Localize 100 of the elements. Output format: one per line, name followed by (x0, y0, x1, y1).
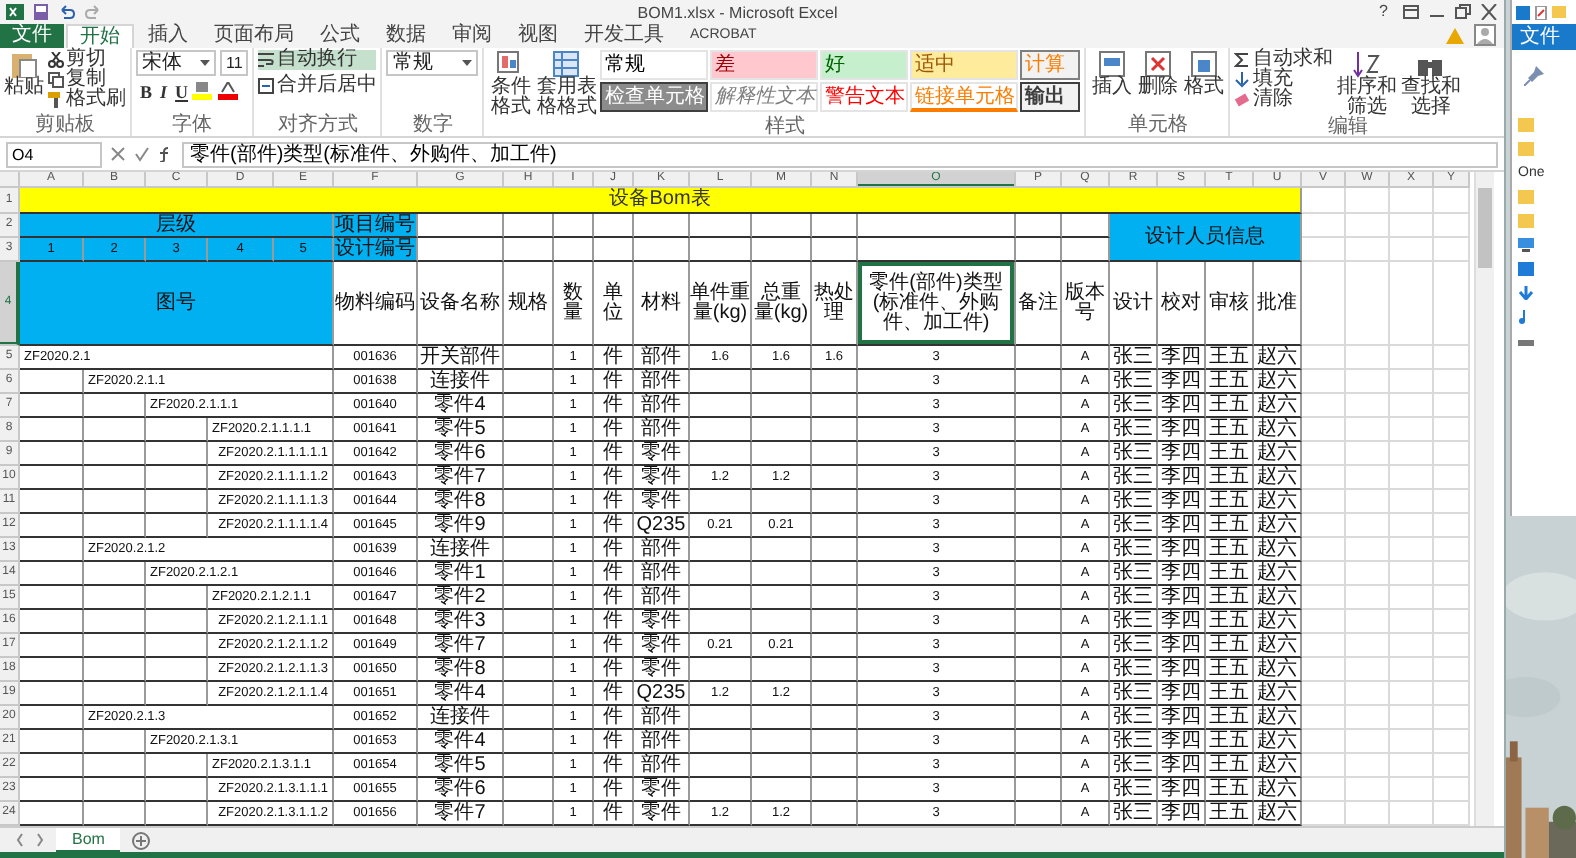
table-cell (84, 466, 146, 490)
sheet-tab[interactable]: Bom (56, 827, 121, 853)
table-cell (1346, 490, 1390, 514)
ribbon-tab[interactable]: 开始 (66, 24, 134, 48)
ribbon-tab[interactable]: 公式 (308, 24, 372, 48)
table-cell (1434, 610, 1470, 634)
table-cell (1346, 562, 1390, 586)
table-cell: 张三 (1110, 394, 1158, 418)
table-cell: 张三 (1110, 586, 1158, 610)
cell-style-item[interactable]: 输出 (1020, 82, 1081, 112)
pin-icon[interactable] (1524, 66, 1544, 86)
font-color-icon[interactable] (218, 82, 239, 100)
ribbon-tab[interactable]: 审阅 (440, 24, 504, 48)
cell-style-item[interactable]: 适中 (910, 50, 1019, 80)
table-cell (20, 586, 84, 610)
table-cell (1390, 466, 1434, 490)
table-cell: 张三 (1110, 634, 1158, 658)
table-cell: 层级 (20, 214, 334, 238)
table-cell (1434, 634, 1470, 658)
ribbon-tab[interactable]: 视图 (506, 24, 570, 48)
ribbon-button[interactable]: 格式 (1182, 50, 1225, 98)
ribbon-button[interactable]: 填充 (1234, 70, 1333, 90)
table-cell (1016, 682, 1062, 706)
table-cell (1016, 214, 1062, 238)
format-button[interactable]: U (171, 82, 193, 102)
ribbon-button[interactable]: 自动求和 (1234, 50, 1333, 70)
merge-center-button[interactable]: 合并后居中 (258, 76, 377, 96)
cell-style-item[interactable]: 警告文本 (820, 82, 909, 112)
formula-field[interactable]: 零件(部件)类型(标准件、外购件、加工件) (182, 141, 1498, 167)
properties-icon[interactable] (1534, 5, 1548, 19)
table-cell: 件 (594, 586, 634, 610)
font-size-select[interactable]: 11 (220, 50, 249, 76)
table-cell (1302, 538, 1346, 562)
ribbon-tab[interactable]: 数据 (374, 24, 438, 48)
cell-style-item[interactable]: 常规 (600, 50, 709, 80)
table-cell: 零件 (634, 610, 690, 634)
ribbon-button[interactable]: 插入 (1090, 50, 1133, 98)
table-cell (1434, 754, 1470, 778)
drive-icon[interactable] (1518, 334, 1534, 348)
format-button[interactable]: B (136, 82, 157, 102)
ribbon-tab[interactable]: 开发工具 (572, 24, 676, 48)
paste-button[interactable]: 粘贴 (4, 50, 44, 98)
ribbon-button[interactable]: 格式刷 (48, 90, 126, 110)
sort-filter-button[interactable]: 排序和筛选 (1336, 50, 1397, 118)
cell-style-item[interactable]: 差 (710, 50, 819, 80)
computer-icon[interactable] (1518, 238, 1534, 252)
conditional-format-button[interactable]: 条件格式 (488, 50, 533, 118)
function-icon[interactable] (158, 146, 174, 162)
file-tab[interactable]: 文件 (1512, 24, 1576, 50)
ribbon-tab[interactable]: 页面布局 (202, 24, 306, 48)
redo-icon[interactable] (84, 4, 102, 20)
table-cell (1390, 634, 1434, 658)
ribbon-tab[interactable]: 文件 (0, 24, 64, 48)
font-select[interactable]: 宋体 (136, 50, 216, 76)
table-cell: 图号 (20, 262, 334, 346)
table-cell (752, 754, 812, 778)
wrap-text-button[interactable]: 自动换行 (258, 50, 377, 70)
cell-style-item[interactable]: 好 (820, 50, 909, 80)
format-button[interactable]: I (156, 82, 172, 102)
table-cell (1390, 418, 1434, 442)
table-cell: 李四 (1158, 394, 1206, 418)
confirm-icon[interactable] (134, 146, 150, 162)
table-cell (146, 634, 208, 658)
cell-style-item[interactable]: 解释性文本 (710, 82, 819, 112)
ribbon-display-icon[interactable] (1402, 4, 1420, 20)
table-cell (1302, 418, 1346, 442)
name-box[interactable]: O4 (6, 141, 102, 167)
avatar-icon[interactable] (1474, 24, 1496, 46)
add-sheet-icon[interactable] (132, 831, 151, 849)
download-icon[interactable] (1518, 286, 1534, 300)
table-cell (1434, 238, 1470, 262)
cancel-icon[interactable] (110, 146, 126, 162)
table-cell: 王五 (1206, 418, 1254, 442)
table-cell (1346, 370, 1390, 394)
sheet-scroll-icon[interactable] (16, 832, 44, 848)
ribbon-button[interactable]: 剪切 (48, 50, 126, 70)
find-select-button[interactable]: 查找和选择 (1400, 50, 1461, 118)
table-cell (1390, 754, 1434, 778)
ribbon-button[interactable]: 清除 (1234, 90, 1333, 110)
table-cell: 零件7 (418, 634, 504, 658)
save-icon[interactable] (32, 4, 50, 20)
table-cell: 王五 (1206, 754, 1254, 778)
help-button[interactable]: ? (1373, 2, 1394, 22)
table-cell (1390, 658, 1434, 682)
ribbon-tab[interactable]: 插入 (136, 24, 200, 48)
table-cell (418, 214, 504, 238)
scrollbar[interactable] (1474, 172, 1494, 826)
table-cell (812, 778, 858, 802)
undo-icon[interactable] (58, 4, 76, 20)
number-format-select[interactable]: 常规 (386, 50, 479, 76)
ribbon-button[interactable]: 删除 (1136, 50, 1179, 98)
format-as-table-button[interactable]: 套用表格格式 (536, 50, 597, 118)
table-cell (1016, 538, 1062, 562)
table-cell (1346, 394, 1390, 418)
restore-icon[interactable] (1454, 4, 1472, 20)
close-icon[interactable] (1480, 4, 1498, 20)
table-cell: 李四 (1158, 682, 1206, 706)
highlight-icon[interactable] (192, 82, 213, 100)
ribbon-button[interactable]: 复制 (48, 70, 126, 90)
table-cell: 张三 (1110, 730, 1158, 754)
